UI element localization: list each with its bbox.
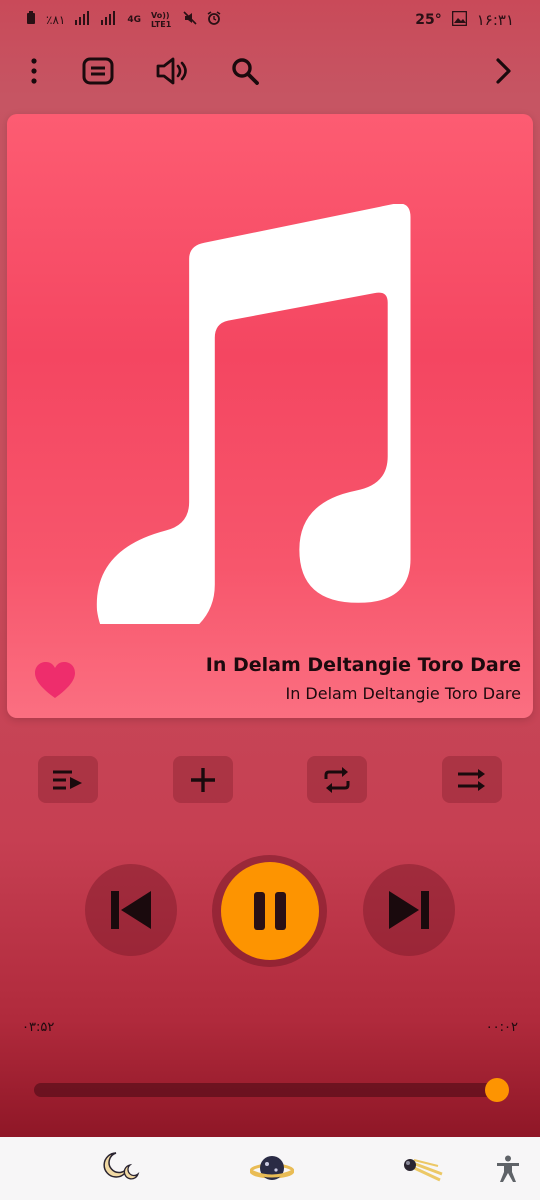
queue-button[interactable] <box>38 756 98 803</box>
planet-icon[interactable] <box>250 1147 294 1191</box>
action-row <box>0 756 540 804</box>
total-duration: ۰۳:۵۲ <box>22 1020 55 1035</box>
bottom-nav-bar <box>0 1137 540 1200</box>
mute-icon <box>183 11 197 29</box>
accessibility-icon[interactable] <box>486 1147 530 1191</box>
time-row: ۰۳:۵۲ ۰۰:۰۲ <box>0 1020 540 1040</box>
alarm-icon <box>207 11 221 29</box>
heart-icon[interactable] <box>35 662 75 700</box>
shuffle-button[interactable] <box>442 756 502 803</box>
music-note-icon <box>96 204 411 624</box>
track-title: In Delam Deltangie Toro Dare <box>205 654 521 676</box>
next-button[interactable] <box>363 864 455 956</box>
previous-button[interactable] <box>85 864 177 956</box>
elapsed-time: ۰۰:۰۲ <box>485 1020 518 1035</box>
chevron-right-icon[interactable] <box>480 48 526 94</box>
status-left: ٪۸۱ 4G Vo)) LTE1 <box>26 11 221 29</box>
repeat-icon <box>324 766 350 793</box>
temperature: 25° <box>415 12 442 28</box>
skip-next-icon <box>389 891 429 929</box>
comet-icon[interactable] <box>400 1147 444 1191</box>
gallery-icon <box>451 10 468 30</box>
status-bar: ٪۸۱ 4G Vo)) LTE1 25° ۱۶:۳۱ <box>0 0 540 40</box>
signal-icon-2 <box>101 11 117 29</box>
search-icon[interactable] <box>222 48 268 94</box>
add-button[interactable] <box>173 756 233 803</box>
signal-icon <box>75 11 91 29</box>
status-right: 25° ۱۶:۳۱ <box>415 10 514 30</box>
album-art-card[interactable]: In Delam Deltangie Toro Dare In Delam De… <box>7 114 533 718</box>
battery-percent: ٪۸۱ <box>46 13 66 27</box>
track-artist: In Delam Deltangie Toro Dare <box>285 684 521 703</box>
pause-button[interactable] <box>220 862 319 960</box>
lyrics-icon[interactable] <box>75 48 121 94</box>
playback-controls <box>0 855 540 967</box>
network-type: 4G <box>127 15 141 25</box>
skip-previous-icon <box>111 891 151 929</box>
seek-bar[interactable] <box>34 1078 509 1102</box>
pause-icon <box>253 892 286 930</box>
shuffle-icon <box>458 768 485 791</box>
volte-indicator: Vo)) LTE1 <box>151 11 172 29</box>
play-pause-ring <box>212 855 327 967</box>
moon-icon[interactable] <box>100 1147 144 1191</box>
queue-icon <box>53 770 82 789</box>
clock: ۱۶:۳۱ <box>476 11 514 29</box>
battery-icon <box>26 11 36 29</box>
seek-thumb[interactable] <box>484 1078 509 1102</box>
volume-icon[interactable] <box>149 48 195 94</box>
top-toolbar <box>0 48 540 94</box>
repeat-button[interactable] <box>307 756 367 803</box>
add-icon <box>191 767 215 792</box>
more-vert-icon[interactable] <box>11 48 57 94</box>
